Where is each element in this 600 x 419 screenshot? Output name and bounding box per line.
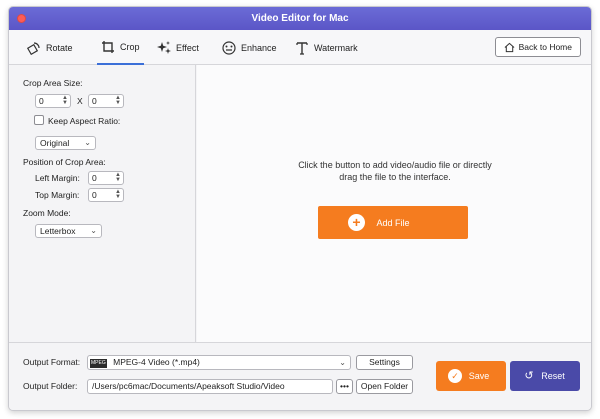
stepper-arrows-icon[interactable]: ▲ ▼ xyxy=(115,95,121,106)
tab-watermark[interactable]: Watermark xyxy=(295,30,358,65)
crop-icon xyxy=(102,40,114,53)
open-folder-button[interactable]: Open Folder xyxy=(356,379,413,394)
top-margin-stepper[interactable]: 0 ▲ ▼ xyxy=(88,188,124,202)
app-window: Video Editor for Mac Rotate Crop Effect xyxy=(8,6,592,411)
format-badge-icon: MPEG xyxy=(90,359,107,368)
zoom-mode-select[interactable]: Letterbox ⌄ xyxy=(35,224,102,238)
aspect-ratio-value: Original xyxy=(40,138,70,148)
open-folder-label: Open Folder xyxy=(360,381,409,391)
rotate-icon xyxy=(27,41,40,55)
drop-instructions: Click the button to add video/audio file… xyxy=(197,159,591,183)
drop-zone[interactable]: Click the button to add video/audio file… xyxy=(197,65,591,342)
crop-position-label: Position of Crop Area: xyxy=(23,157,106,167)
tab-effect[interactable]: Effect xyxy=(157,30,199,65)
zoom-mode-value: Letterbox xyxy=(40,226,76,236)
tab-effect-label: Effect xyxy=(176,42,199,53)
aspect-ratio-select[interactable]: Original ⌄ xyxy=(35,136,96,150)
keep-aspect-ratio-checkbox[interactable] xyxy=(34,115,44,125)
stepper-arrows-icon[interactable]: ▲ ▼ xyxy=(62,95,68,106)
output-folder-field[interactable]: /Users/pc6mac/Documents/Apeaksoft Studio… xyxy=(87,379,333,394)
top-margin-value: 0 xyxy=(92,190,97,200)
add-file-button[interactable]: + Add File xyxy=(318,206,468,239)
left-margin-stepper[interactable]: 0 ▲ ▼ xyxy=(88,171,124,185)
tab-enhance[interactable]: Enhance xyxy=(222,30,277,65)
tab-watermark-label: Watermark xyxy=(314,42,358,53)
title-bar: Video Editor for Mac xyxy=(9,7,591,30)
settings-button[interactable]: Settings xyxy=(356,355,413,370)
stepper-arrows-icon[interactable]: ▲ ▼ xyxy=(115,172,121,183)
crop-area-size-label: Crop Area Size: xyxy=(23,78,83,88)
plus-icon: + xyxy=(348,214,365,231)
output-format-label: Output Format: xyxy=(23,357,81,367)
crop-width-value: 0 xyxy=(39,96,44,106)
left-margin-label: Left Margin: xyxy=(35,173,80,183)
tab-crop[interactable]: Crop xyxy=(97,30,144,65)
tab-rotate[interactable]: Rotate xyxy=(27,30,73,65)
tab-crop-label: Crop xyxy=(120,41,140,52)
watermark-icon xyxy=(296,41,308,55)
close-window-button[interactable] xyxy=(17,14,26,23)
tab-rotate-label: Rotate xyxy=(46,42,73,53)
check-icon: ✓ xyxy=(448,369,462,383)
settings-label: Settings xyxy=(369,357,400,367)
top-margin-label: Top Margin: xyxy=(35,190,80,200)
crop-height-stepper[interactable]: 0 ▲ ▼ xyxy=(88,94,124,108)
tab-bar: Rotate Crop Effect Enhance Watermark Bac… xyxy=(9,30,591,65)
left-margin-value: 0 xyxy=(92,173,97,183)
ellipsis-icon: ••• xyxy=(340,381,349,391)
output-folder-label: Output Folder: xyxy=(23,381,78,391)
drop-instructions-line1: Click the button to add video/audio file… xyxy=(298,160,492,170)
chevron-down-icon: ⌄ xyxy=(90,226,97,235)
crop-settings-panel: Crop Area Size: 0 ▲ ▼ X 0 ▲ ▼ Keep Aspect … xyxy=(9,65,196,342)
chevron-down-icon: ⌄ xyxy=(339,358,346,367)
keep-aspect-ratio-label: Keep Aspect Ratio: xyxy=(48,116,121,126)
reset-icon: ↺ xyxy=(524,370,534,382)
crop-width-stepper[interactable]: 0 ▲ ▼ xyxy=(35,94,71,108)
effect-icon xyxy=(157,40,171,54)
home-icon xyxy=(504,42,515,52)
back-to-home-button[interactable]: Back to Home xyxy=(494,37,581,57)
save-button[interactable]: ✓ Save xyxy=(436,361,506,391)
stepper-arrows-icon[interactable]: ▲ ▼ xyxy=(115,189,121,200)
tab-enhance-label: Enhance xyxy=(241,42,277,53)
output-format-value: MPEG-4 Video (*.mp4) xyxy=(113,357,200,367)
enhance-icon xyxy=(222,40,236,55)
zoom-mode-label: Zoom Mode: xyxy=(23,208,71,218)
reset-button[interactable]: ↺ Reset xyxy=(510,361,580,391)
window-title: Video Editor for Mac xyxy=(251,13,349,24)
chevron-down-icon: ⌄ xyxy=(84,138,91,147)
browse-folder-button[interactable]: ••• xyxy=(336,379,353,394)
crop-height-value: 0 xyxy=(92,96,97,106)
back-to-home-label: Back to Home xyxy=(518,42,572,52)
output-format-select[interactable]: MPEG MPEG-4 Video (*.mp4) ⌄ xyxy=(87,355,351,370)
crop-x-separator: X xyxy=(77,96,83,106)
output-folder-value: /Users/pc6mac/Documents/Apeaksoft Studio… xyxy=(92,381,285,391)
drop-instructions-line2: drag the file to the interface. xyxy=(339,172,451,182)
add-file-label: Add File xyxy=(376,217,410,228)
output-bar: Output Format: MPEG MPEG-4 Video (*.mp4)… xyxy=(9,342,591,410)
